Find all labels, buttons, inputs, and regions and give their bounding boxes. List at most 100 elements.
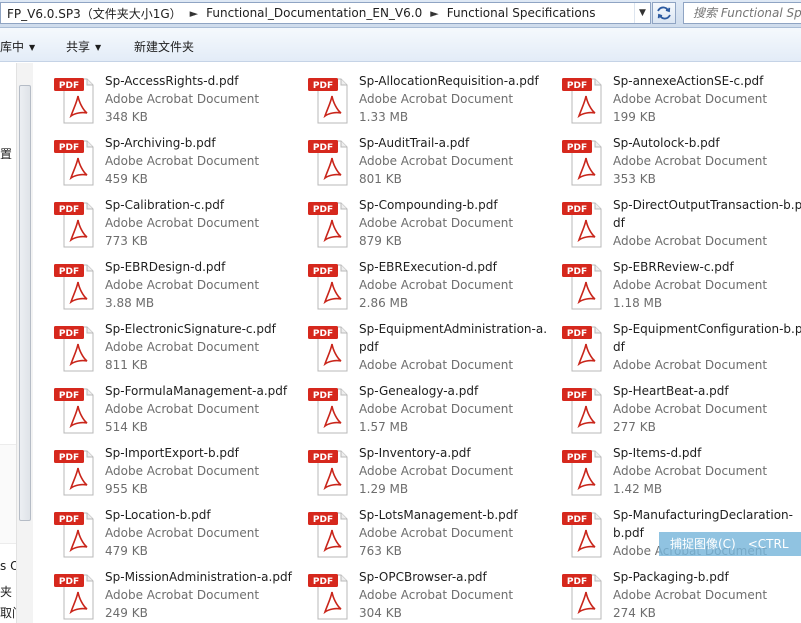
breadcrumb-separator-icon[interactable]: ►: [428, 7, 440, 20]
file-name: Sp-Inventory-a.pdf: [359, 446, 471, 460]
svg-text:PDF: PDF: [59, 143, 79, 153]
file-item[interactable]: PDF Sp-Items-d.pdf Adobe Acrobat Document 1…: [561, 444, 801, 504]
refresh-button[interactable]: [652, 2, 676, 24]
share-label: 共享: [66, 40, 91, 54]
file-type: Adobe Acrobat Document: [105, 154, 260, 168]
file-size: 811 KB: [105, 358, 148, 372]
pdf-file-icon: PDF: [53, 444, 99, 496]
search-box[interactable]: [683, 2, 801, 24]
file-item[interactable]: PDF Sp-AccessRights-d.pdf Adobe Acrobat Do…: [53, 72, 303, 132]
nav-item[interactable]: 夹: [0, 583, 12, 600]
file-item[interactable]: PDF Sp-Compounding-b.pdf Adobe Acrobat Doc…: [307, 196, 557, 256]
file-name: Sp-EquipmentConfiguration-b.pdf: [613, 322, 801, 354]
pdf-file-icon: PDF: [307, 506, 353, 558]
file-name: Sp-DirectOutputTransaction-b.pdf: [613, 198, 801, 230]
file-name: Sp-Genealogy-a.pdf: [359, 384, 479, 398]
include-in-library-button[interactable]: 库中 ▼: [0, 38, 35, 55]
file-item[interactable]: PDF Sp-EBRExecution-d.pdf Adobe Acrobat Do…: [307, 258, 557, 318]
address-dropdown-icon[interactable]: ▼: [634, 3, 650, 23]
breadcrumb-root[interactable]: FP_V6.0.SP3（文件夹大小1G）: [1, 5, 188, 22]
new-folder-button[interactable]: 新建文件夹: [134, 38, 194, 55]
file-size: 249 KB: [105, 606, 148, 620]
pdf-file-icon: PDF: [307, 568, 353, 620]
svg-text:PDF: PDF: [567, 391, 587, 401]
pdf-file-icon: PDF: [561, 196, 607, 248]
file-item[interactable]: PDF Sp-annexeActionSE-c.pdf Adobe Acrobat …: [561, 72, 801, 132]
file-size: 2.86 MB: [359, 296, 409, 310]
pdf-file-icon: PDF: [53, 382, 99, 434]
file-item[interactable]: PDF Sp-Archiving-b.pdf Adobe Acrobat Docum…: [53, 134, 303, 194]
pdf-file-icon: PDF: [307, 72, 353, 124]
breadcrumb-documentation[interactable]: Functional_Documentation_EN_V6.0: [200, 6, 428, 20]
file-size: 879 KB: [359, 234, 402, 248]
file-item[interactable]: PDF Sp-Location-b.pdf Adobe Acrobat Docume…: [53, 506, 303, 566]
file-item[interactable]: PDF Sp-Autolock-b.pdf Adobe Acrobat Docume…: [561, 134, 801, 194]
file-size: 1.29 MB: [359, 482, 409, 496]
file-item[interactable]: PDF Sp-LotsManagement-b.pdf Adobe Acrobat …: [307, 506, 557, 566]
file-type: Adobe Acrobat Document: [613, 278, 768, 292]
file-item[interactable]: PDF Sp-AuditTrail-a.pdf Adobe Acrobat Docu…: [307, 134, 557, 194]
svg-text:PDF: PDF: [59, 267, 79, 277]
breadcrumb-separator-icon[interactable]: ►: [188, 7, 200, 20]
file-type: Adobe Acrobat Document: [359, 216, 514, 230]
file-type: Adobe Acrobat Document: [613, 154, 768, 168]
include-in-library-label: 库中: [0, 40, 25, 54]
breadcrumb-current[interactable]: Functional Specifications: [441, 6, 602, 20]
capture-tooltip: 捕捉图像(C) <CTRL: [659, 532, 801, 556]
file-item[interactable]: PDF Sp-EquipmentAdministration-a.pdf Adobe…: [307, 320, 557, 380]
file-name: Sp-Packaging-b.pdf: [613, 570, 729, 584]
pdf-file-icon: PDF: [561, 444, 607, 496]
pdf-file-icon: PDF: [53, 320, 99, 372]
file-item[interactable]: PDF Sp-MissionAdministration-a.pdf Adobe A…: [53, 568, 303, 623]
file-item[interactable]: PDF Sp-EquipmentConfiguration-b.pdf Adobe …: [561, 320, 801, 380]
file-item[interactable]: PDF Sp-Packaging-b.pdf Adobe Acrobat Docum…: [561, 568, 801, 623]
svg-text:PDF: PDF: [567, 453, 587, 463]
file-type: Adobe Acrobat Document: [359, 358, 514, 372]
file-item[interactable]: PDF Sp-Calibration-c.pdf Adobe Acrobat Doc…: [53, 196, 303, 256]
svg-text:PDF: PDF: [59, 391, 79, 401]
pdf-file-icon: PDF: [561, 134, 607, 186]
file-item[interactable]: PDF Sp-ImportExport-b.pdf Adobe Acrobat Do…: [53, 444, 303, 504]
file-item[interactable]: PDF Sp-EBRDesign-d.pdf Adobe Acrobat Docum…: [53, 258, 303, 318]
pdf-file-icon: PDF: [307, 196, 353, 248]
file-item[interactable]: PDF Sp-EBRReview-c.pdf Adobe Acrobat Docum…: [561, 258, 801, 318]
file-name: Sp-Calibration-c.pdf: [105, 198, 225, 212]
file-item[interactable]: PDF Sp-DirectOutputTransaction-b.pdf Adobe…: [561, 196, 801, 256]
file-type: Adobe Acrobat Document: [613, 402, 768, 416]
nav-item[interactable]: 置: [0, 145, 12, 162]
file-item[interactable]: PDF Sp-ElectronicSignature-c.pdf Adobe Acr…: [53, 320, 303, 380]
file-type: Adobe Acrobat Document: [105, 92, 260, 106]
address-row: FP_V6.0.SP3（文件夹大小1G） ► Functional_Docume…: [0, 0, 801, 28]
svg-text:PDF: PDF: [59, 453, 79, 463]
svg-text:PDF: PDF: [59, 329, 79, 339]
file-type: Adobe Acrobat Document: [359, 588, 514, 602]
file-name: Sp-Archiving-b.pdf: [105, 136, 216, 150]
file-name: Sp-AuditTrail-a.pdf: [359, 136, 470, 150]
file-item[interactable]: PDF Sp-AllocationRequisition-a.pdf Adobe A…: [307, 72, 557, 132]
file-item[interactable]: PDF Sp-Inventory-a.pdf Adobe Acrobat Docum…: [307, 444, 557, 504]
file-size: 1.18 MB: [613, 296, 663, 310]
file-item[interactable]: PDF Sp-OPCBrowser-a.pdf Adobe Acrobat Docu…: [307, 568, 557, 623]
file-type: Adobe Acrobat Document: [359, 278, 514, 292]
refresh-icon: [657, 6, 671, 20]
svg-text:PDF: PDF: [59, 81, 79, 91]
file-item[interactable]: PDF Sp-FormulaManagement-a.pdf Adobe Acrob…: [53, 382, 303, 442]
nav-scrollbar-thumb[interactable]: [19, 85, 31, 521]
pdf-file-icon: PDF: [561, 568, 607, 620]
file-name: Sp-Compounding-b.pdf: [359, 198, 498, 212]
file-size: 459 KB: [105, 172, 148, 186]
navigation-pane[interactable]: 置 s O 夹 取门: [0, 63, 33, 623]
svg-text:PDF: PDF: [313, 391, 333, 401]
file-type: Adobe Acrobat Document: [613, 92, 768, 106]
svg-text:PDF: PDF: [313, 81, 333, 91]
share-button[interactable]: 共享 ▼: [66, 38, 101, 55]
svg-text:PDF: PDF: [567, 329, 587, 339]
file-item[interactable]: PDF Sp-Genealogy-a.pdf Adobe Acrobat Docum…: [307, 382, 557, 442]
nav-scrollbar[interactable]: [16, 63, 33, 623]
file-name: Sp-LotsManagement-b.pdf: [359, 508, 518, 522]
address-bar[interactable]: FP_V6.0.SP3（文件夹大小1G） ► Functional_Docume…: [0, 2, 651, 24]
file-size: 1.42 MB: [613, 482, 663, 496]
search-input[interactable]: [684, 3, 801, 23]
file-size: 773 KB: [105, 234, 148, 248]
file-item[interactable]: PDF Sp-HeartBeat-a.pdf Adobe Acrobat Docum…: [561, 382, 801, 442]
